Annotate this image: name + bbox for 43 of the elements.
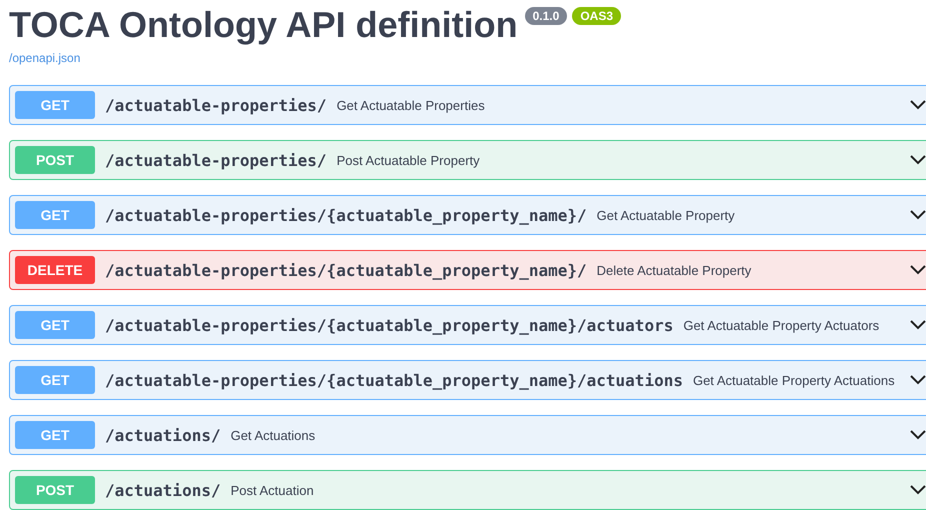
operation-row[interactable]: GET /actuatable-properties/{actuatable_property_name}/actuations Get Actuatable Property Actuations xyxy=(9,360,926,400)
endpoint-path: /actuatable-properties/{actuatable_property_name}/actuations xyxy=(105,370,683,390)
operation-row[interactable]: GET /actuatable-properties/{actuatable_property_name}/actuators Get Actuatable Property Actuators xyxy=(9,305,926,345)
endpoint-summary: Post Actuation xyxy=(230,482,315,498)
endpoint-path: /actuations/ xyxy=(105,426,221,444)
method-label: GET xyxy=(15,311,95,339)
operation-row[interactable]: GET /actuations/ Get Actuations xyxy=(9,415,926,455)
endpoint-summary: Get Actuatable Properties xyxy=(336,98,486,112)
endpoint-summary: Get Actuatable Property Actuators xyxy=(683,318,880,332)
spec-badge: OAS3 xyxy=(572,7,622,25)
endpoint-summary: Get Actuatable Property Actuations xyxy=(692,372,896,388)
operation-row[interactable]: GET /actuatable-properties/ Get Actuatable Properties xyxy=(9,85,926,125)
endpoint-path: /actuatable-properties/ xyxy=(105,150,327,170)
endpoint-path: /actuations/ xyxy=(105,480,221,500)
method-label: GET xyxy=(15,366,95,394)
endpoint-summary: Delete Actuatable Property xyxy=(596,262,752,278)
operation-row[interactable]: POST /actuatable-properties/ Post Actuatable Property xyxy=(9,140,926,180)
endpoint-path: /actuatable-properties/{actuatable_property_name}/ xyxy=(105,206,587,224)
chevron-icon[interactable] xyxy=(910,100,926,110)
version-badge: 0.1.0 xyxy=(524,7,568,25)
method-label: GET xyxy=(15,421,95,449)
chevron-icon[interactable] xyxy=(910,320,926,330)
chevron-icon[interactable] xyxy=(910,265,926,275)
chevron-icon[interactable] xyxy=(910,155,926,165)
operation-row[interactable]: GET /actuatable-properties/{actuatable_property_name}/ Get Actuatable Property xyxy=(9,195,926,235)
method-label: DELETE xyxy=(15,256,95,284)
chevron-icon[interactable] xyxy=(910,375,926,385)
endpoint-summary: Get Actuatable Property xyxy=(596,208,736,222)
api-title: TOCA Ontology API definition xyxy=(9,4,518,46)
method-label: POST xyxy=(15,146,95,174)
endpoint-summary: Post Actuatable Property xyxy=(336,152,481,168)
operation-row[interactable]: DELETE /actuatable-properties/{actuatable_property_name}/ Delete Actuatable Property xyxy=(9,250,926,290)
operation-row[interactable]: POST /actuations/ Post Actuation xyxy=(9,470,926,510)
endpoint-summary: Get Actuations xyxy=(230,428,316,442)
endpoint-path: /actuatable-properties/{actuatable_property_name}/actuators xyxy=(105,316,674,334)
method-label: GET xyxy=(15,91,95,119)
endpoint-path: /actuatable-properties/{actuatable_property_name}/ xyxy=(105,260,587,280)
method-label: GET xyxy=(15,201,95,229)
chevron-icon[interactable] xyxy=(910,430,926,440)
chevron-icon[interactable] xyxy=(910,485,926,495)
method-label: POST xyxy=(15,476,95,504)
chevron-icon[interactable] xyxy=(910,210,926,220)
endpoint-path: /actuatable-properties/ xyxy=(105,96,327,114)
